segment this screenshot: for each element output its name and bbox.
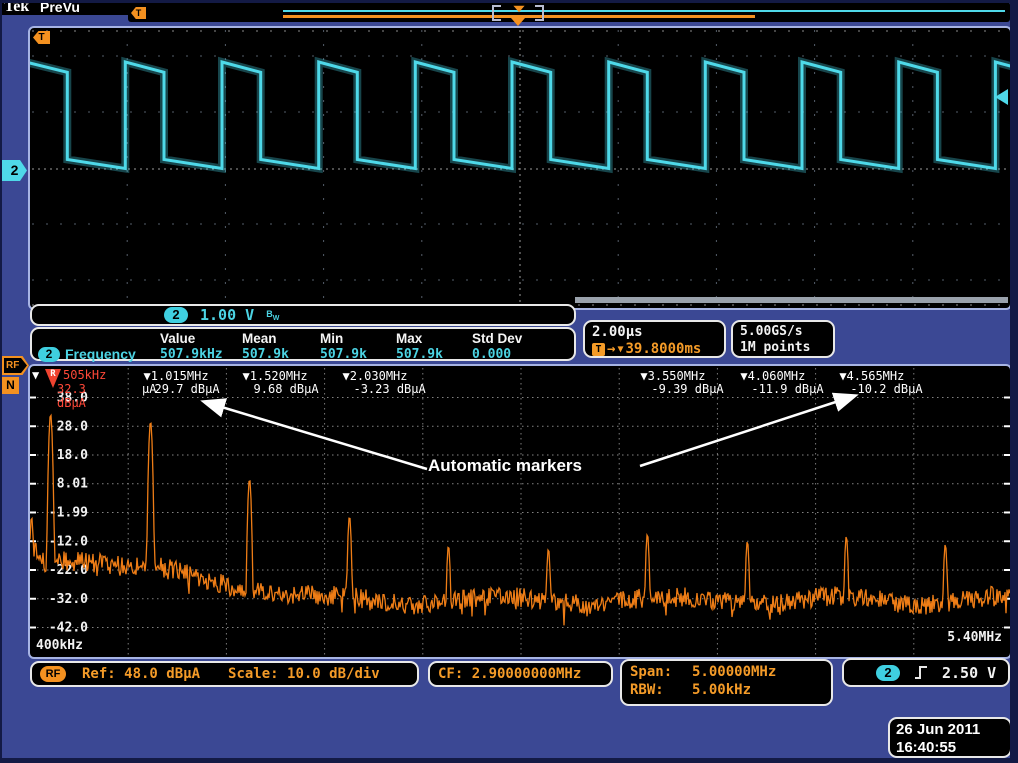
trigger-readout: 2 2.50 V bbox=[842, 658, 1010, 687]
time-per-div: 2.00µs bbox=[592, 324, 724, 340]
spectrum-marker-label: ▼4.565MHz-10.2 dBµA bbox=[839, 370, 922, 396]
reference-marker-amp: 32.3 dBµA bbox=[57, 382, 86, 410]
span-rbw-readout: Span: 5.00000MHz RBW: 5.00kHz bbox=[620, 659, 833, 706]
horizontal-scale-readout: 2.00µs T → ▼ 39.8000ms bbox=[583, 320, 726, 358]
spectrum-marker-label: ▼2.030MHz-3.23 dBµA bbox=[342, 370, 425, 396]
record-preview-line-ch2 bbox=[283, 10, 1005, 12]
trigger-t-icon: T bbox=[131, 7, 146, 19]
spectrum-marker-label: ▼4.060MHz-11.9 dBµA bbox=[740, 370, 823, 396]
acquisition-readout: 5.00GS/s 1M points bbox=[731, 320, 835, 358]
window-position-marker-icon bbox=[513, 6, 524, 12]
record-length: 1M points bbox=[740, 340, 833, 356]
arrow-right-icon: → bbox=[607, 341, 615, 357]
span-value: 5.00000MHz bbox=[692, 664, 776, 680]
measurement-name: 2 Frequency bbox=[38, 346, 160, 362]
rf-channel-badge: RF bbox=[2, 356, 29, 375]
rf-ref-level: Ref: 48.0 dBµA bbox=[82, 666, 200, 682]
spectrum-marker-label: ▼3.550MHz-9.39 dBµA bbox=[640, 370, 723, 396]
column-header-max: Max bbox=[396, 331, 472, 346]
ch2-ground-marker: 2 bbox=[2, 160, 27, 181]
zoom-window-bracket-left bbox=[492, 5, 501, 21]
ch2-volts-per-div: 1.00 V bbox=[200, 306, 254, 324]
divider-bar bbox=[575, 297, 1008, 303]
ch2-scale-readout: 2 1.00 V BW bbox=[30, 304, 576, 326]
column-header-value: Value bbox=[160, 331, 242, 346]
rf-badge-oval: RF bbox=[40, 666, 66, 682]
trigger-level-arrow-icon bbox=[995, 89, 1008, 105]
rf-spectrum-graticule: 38.028.018.08.01-1.99-12.0-22.0-32.0-42.… bbox=[28, 364, 1012, 659]
measurement-max: 507.9k bbox=[396, 347, 472, 362]
oscilloscope-screen: Tek PreVu T T 2 2 1.00 V BW Value Mean M… bbox=[0, 0, 1018, 763]
bandwidth-limit-icon: BW bbox=[266, 309, 279, 322]
rf-level-readout: RF Ref: 48.0 dBµA Scale: 10.0 dB/div bbox=[30, 661, 419, 687]
overlapped-marker-amp-fragment: µA bbox=[142, 382, 156, 396]
spectrum-stop-frequency: 5.40MHz bbox=[947, 630, 1002, 645]
measurement-table: Value Mean Min Max Std Dev 2 Frequency 5… bbox=[30, 327, 576, 361]
spectrum-marker-label: ▼1.520MHz9.68 dBµA bbox=[243, 370, 319, 396]
zoom-window-bracket-right bbox=[535, 5, 544, 21]
datetime-readout: 26 Jun 2011 16:40:55 bbox=[888, 717, 1012, 758]
trigger-position-marker-icon bbox=[511, 18, 525, 26]
column-header-min: Min bbox=[320, 331, 396, 346]
ch2-waveform-plot bbox=[30, 28, 1010, 308]
spectrum-start-frequency: 400kHz bbox=[36, 638, 83, 653]
rf-normal-trace-badge: N bbox=[2, 377, 19, 394]
triangle-down-icon: ▼ bbox=[617, 344, 623, 355]
hidden-marker-triangle-icon: ▼ bbox=[32, 368, 39, 382]
trigger-level: 2.50 V bbox=[942, 664, 996, 682]
span-label: Span: bbox=[630, 664, 692, 680]
trigger-source-badge: 2 bbox=[876, 665, 900, 681]
trigger-t-chip-icon: T bbox=[592, 343, 605, 356]
frame-bottom bbox=[0, 758, 1018, 763]
frame-right bbox=[1010, 0, 1018, 763]
rbw-value: 5.00kHz bbox=[692, 682, 751, 698]
time-domain-graticule: T bbox=[28, 26, 1012, 310]
ch2-badge: 2 bbox=[164, 307, 188, 323]
center-frequency-readout: CF: 2.90000000MHz bbox=[428, 661, 613, 687]
column-header-stddev: Std Dev bbox=[472, 331, 574, 346]
frame-top bbox=[0, 0, 1018, 3]
sample-rate: 5.00GS/s bbox=[740, 324, 833, 340]
measurement-source-badge: 2 bbox=[38, 347, 60, 362]
time: 16:40:55 bbox=[896, 739, 1010, 757]
spectrum-markers-layer: ▼1.015MHz29.7 dBµA▼1.520MHz9.68 dBµA▼2.0… bbox=[30, 366, 1010, 657]
measurement-mean: 507.9k bbox=[242, 347, 320, 362]
measurement-value: 507.9kHz bbox=[160, 347, 242, 362]
rf-scale: Scale: 10.0 dB/div bbox=[228, 666, 380, 682]
column-header-mean: Mean bbox=[242, 331, 320, 346]
trigger-delay-readout: T → ▼ 39.8000ms bbox=[592, 341, 724, 357]
acquisition-overview-bar: T bbox=[128, 2, 1010, 22]
frame-left bbox=[0, 0, 2, 763]
rbw-label: RBW: bbox=[630, 682, 692, 698]
measurement-min: 507.9k bbox=[320, 347, 396, 362]
reference-marker-freq: 505kHz bbox=[63, 368, 106, 382]
date: 26 Jun 2011 bbox=[896, 721, 1010, 739]
automatic-markers-annotation: Automatic markers bbox=[428, 456, 582, 476]
rising-edge-icon bbox=[914, 664, 928, 681]
measurement-stddev: 0.000 bbox=[472, 347, 574, 362]
